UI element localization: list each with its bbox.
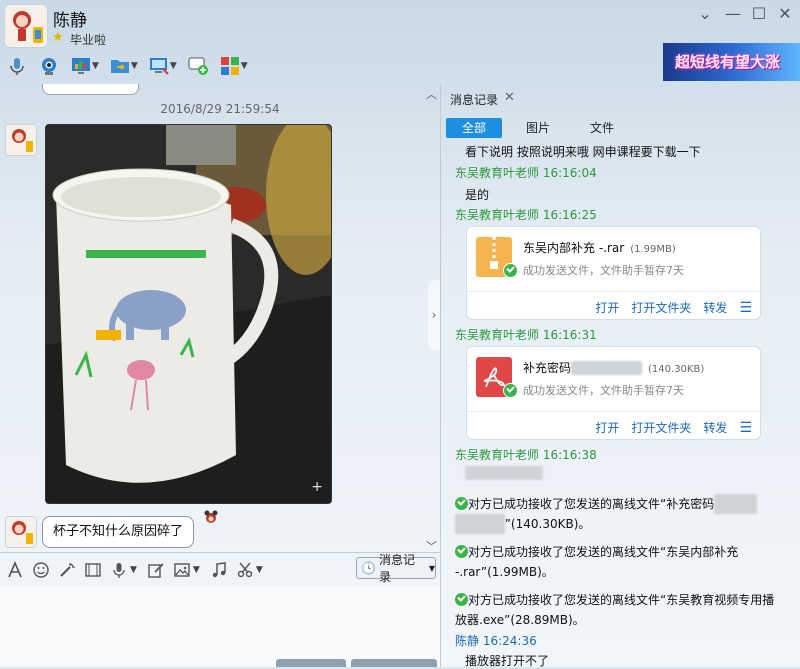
history-title: 消息记录 bbox=[450, 93, 499, 107]
history-sender: 东吴教育叶老师 16:16:38 bbox=[455, 448, 597, 462]
file-status: 成功发送文件，文件助手暂存7天 bbox=[523, 264, 684, 277]
font-icon[interactable] bbox=[4, 559, 26, 581]
message-history-panel: 消息记录 ✕ 全部 图片 文件 看下说明 按照说明来哦 网申课程要下载一下 东吴… bbox=[441, 84, 800, 668]
forward-link[interactable]: 转发 bbox=[703, 419, 727, 436]
card-divider bbox=[467, 411, 760, 412]
microphone-icon[interactable] bbox=[2, 53, 32, 79]
magic-wand-icon[interactable] bbox=[56, 559, 78, 581]
success-check-icon bbox=[455, 497, 468, 510]
message-timestamp: 2016/8/29 21:59:54 bbox=[160, 102, 280, 116]
menu-icon[interactable]: ☰ bbox=[739, 300, 752, 316]
edit-icon[interactable] bbox=[145, 559, 167, 581]
emoji-icon[interactable] bbox=[30, 559, 52, 581]
file-actions: 打开 打开文件夹 转发 ☰ bbox=[595, 299, 752, 316]
screen-share-icon[interactable] bbox=[66, 53, 96, 79]
history-message: 播放器打开不了 bbox=[465, 654, 550, 668]
open-folder-link[interactable]: 打开文件夹 bbox=[631, 299, 691, 316]
history-sender: 东吴教育叶老师 16:16:04 bbox=[455, 166, 597, 180]
video-call-icon[interactable] bbox=[34, 53, 64, 79]
redacted-text: xxxxxxxxxx bbox=[571, 361, 643, 375]
title-bar: 陈静 ★ 毕业啦 ⌄ — ☐ ✕ ▼ ▼ ▼ ▼ 超短线有望大涨 bbox=[0, 0, 800, 84]
tab-images[interactable]: 图片 bbox=[510, 118, 566, 138]
image-message[interactable]: + bbox=[45, 124, 332, 504]
file-status: 成功发送文件，文件助手暂存7天 bbox=[523, 384, 684, 397]
expand-icon[interactable]: + bbox=[311, 479, 323, 495]
contact-signature: 毕业啦 bbox=[70, 33, 107, 47]
history-sender: 东吴教育叶老师 16:16:31 bbox=[455, 328, 597, 342]
file-card: 东吴内部补充 -.rar (1.99MB) 成功发送文件，文件助手暂存7天 打开 … bbox=[466, 226, 761, 320]
file-card: 补充密码xxxxxxxxxx(140.30KB) 成功发送文件，文件助手暂存7天… bbox=[466, 346, 761, 440]
contact-name: 陈静 bbox=[53, 11, 87, 31]
scissors-icon[interactable] bbox=[234, 559, 256, 581]
chevron-down-icon: ▼ bbox=[428, 563, 435, 573]
image-icon[interactable] bbox=[171, 559, 193, 581]
send-button[interactable] bbox=[351, 659, 437, 667]
collapse-panel-icon[interactable]: › bbox=[428, 280, 440, 350]
success-check-icon bbox=[503, 263, 518, 278]
success-check-icon bbox=[455, 545, 468, 558]
history-sender: 东吴教育叶老师 16:16:25 bbox=[455, 208, 597, 222]
chevron-down-icon[interactable]: ▼ bbox=[256, 565, 263, 575]
star-icon: ★ bbox=[52, 30, 64, 45]
file-actions: 打开 打开文件夹 转发 ☰ bbox=[595, 419, 752, 436]
history-message: 是的 bbox=[465, 188, 490, 202]
success-check-icon bbox=[503, 383, 518, 398]
mug-photo bbox=[46, 125, 331, 503]
file-received-notice: 对方已成功接收了您发送的离线文件“东吴教育视频专用播放器.exe”(28.89M… bbox=[455, 593, 775, 627]
minimize-icon[interactable]: — bbox=[722, 4, 744, 23]
card-divider bbox=[467, 291, 760, 292]
message-input[interactable] bbox=[0, 586, 440, 667]
chevron-down-icon[interactable]: ▼ bbox=[130, 565, 137, 575]
close-icon[interactable]: ✕ bbox=[774, 4, 796, 23]
chevron-down-icon[interactable]: ▼ bbox=[193, 565, 200, 575]
previous-message-bubble bbox=[42, 84, 139, 95]
apps-icon[interactable] bbox=[215, 53, 245, 79]
voice-message-icon[interactable] bbox=[108, 559, 130, 581]
close-button[interactable] bbox=[276, 659, 346, 667]
message-history-button[interactable]: 🕓 消息记录 ▼ bbox=[356, 553, 436, 584]
open-link[interactable]: 打开 bbox=[595, 419, 619, 436]
maximize-icon[interactable]: ☐ bbox=[748, 4, 770, 23]
clock-icon: 🕓 bbox=[361, 561, 376, 575]
file-name[interactable]: 东吴内部补充 -.rar (1.99MB) bbox=[523, 239, 676, 256]
file-transfer-icon[interactable] bbox=[105, 53, 135, 79]
chevron-down-icon[interactable]: ⌄ bbox=[694, 4, 716, 23]
menu-icon[interactable]: ☰ bbox=[739, 420, 752, 436]
tab-files[interactable]: 文件 bbox=[574, 118, 630, 138]
text-message-bubble[interactable]: 杯子不知什么原因碎了 bbox=[42, 516, 195, 548]
ad-text: 超短线有望大涨 bbox=[675, 53, 781, 71]
add-chat-icon[interactable] bbox=[183, 53, 213, 79]
music-icon[interactable] bbox=[208, 559, 230, 581]
success-check-icon bbox=[455, 593, 468, 606]
history-sender: 陈静 16:24:36 bbox=[455, 634, 537, 648]
forward-link[interactable]: 转发 bbox=[703, 299, 727, 316]
contact-avatar[interactable] bbox=[4, 4, 48, 48]
file-received-notice: 对方已成功接收了您发送的离线文件“东吴内部补充 -.rar”(1.99MB)。 bbox=[455, 545, 739, 579]
history-message: 看下说明 按照说明来哦 网申课程要下载一下 bbox=[465, 145, 701, 159]
tab-all[interactable]: 全部 bbox=[446, 118, 502, 138]
close-icon[interactable]: ✕ bbox=[504, 90, 515, 105]
sender-avatar[interactable] bbox=[5, 124, 37, 156]
file-received-notice: 对方已成功接收了您发送的离线文件“补充密码xxxxxxxxxxxxx”(140.… bbox=[455, 494, 785, 534]
ad-banner[interactable]: 超短线有望大涨 bbox=[663, 43, 800, 81]
file-name[interactable]: 补充密码xxxxxxxxxx(140.30KB) bbox=[523, 359, 704, 376]
video-clip-icon[interactable] bbox=[82, 559, 104, 581]
bubble-decoration-icon bbox=[202, 510, 220, 524]
remote-desktop-icon[interactable] bbox=[144, 53, 174, 79]
main-toolbar: ▼ ▼ ▼ ▼ bbox=[2, 52, 252, 80]
scroll-up-icon[interactable]: ︿ bbox=[426, 86, 437, 102]
open-folder-link[interactable]: 打开文件夹 bbox=[631, 419, 691, 436]
open-link[interactable]: 打开 bbox=[595, 299, 619, 316]
redacted-message: xxxxxxxxxxx bbox=[465, 466, 544, 480]
message-history-label: 消息记录 bbox=[378, 553, 415, 584]
sender-avatar[interactable] bbox=[5, 516, 37, 548]
history-tabs: 全部 图片 文件 bbox=[446, 118, 638, 138]
